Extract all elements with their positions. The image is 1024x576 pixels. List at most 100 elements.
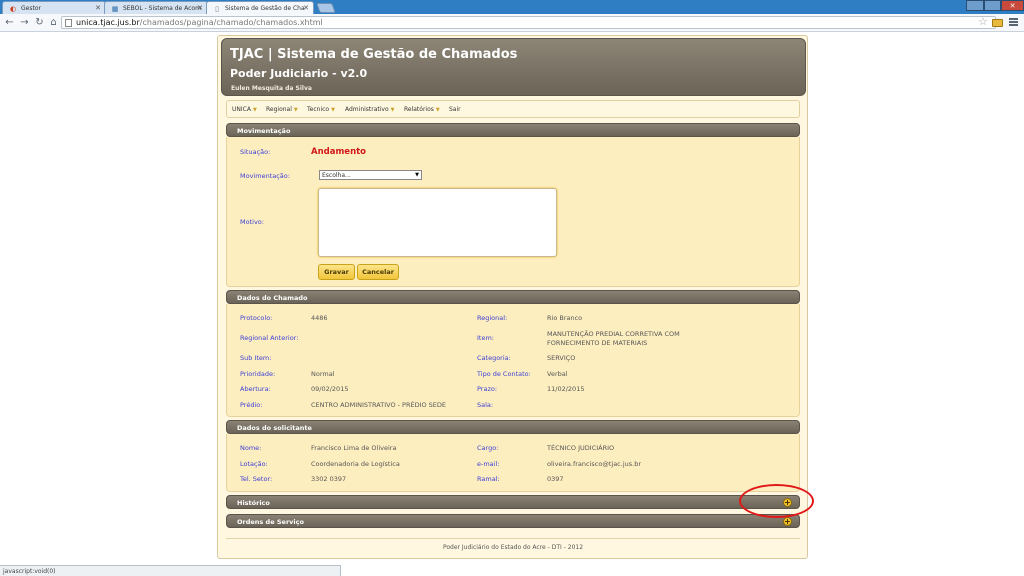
regional-value: Rio Branco — [547, 314, 583, 322]
browser-tabstrip: ◐ Gestor ✕ ▦ SEBOL - Sistema de Acom ✕ ▯… — [0, 0, 1024, 14]
browser-tab-sistema[interactable]: ▯ Sistema de Gestão de Cha ✕ — [206, 1, 314, 14]
motivo-label: Motivo: — [240, 218, 264, 226]
situacao-value: Andamento — [311, 147, 367, 157]
movimentacao-panel-header[interactable]: Movimentação — [226, 123, 800, 137]
prazo-value: 11/02/2015 — [547, 385, 585, 393]
expand-plus-icon[interactable]: + — [783, 517, 792, 526]
menu-tecnico[interactable]: Tecnico ▼ — [307, 106, 335, 113]
new-tab-button[interactable] — [316, 3, 336, 13]
close-tab-icon[interactable]: ✕ — [197, 4, 203, 12]
movimentacao-label: Movimentação: — [240, 172, 290, 180]
dados-solicitante-panel-header[interactable]: Dados do solicitante — [226, 420, 800, 434]
categoria-value: SERVIÇO — [547, 354, 576, 362]
back-arrow-icon[interactable]: ← — [4, 17, 15, 28]
menu-label: UNICA — [232, 106, 251, 113]
close-tab-icon[interactable]: ✕ — [303, 4, 309, 12]
browser-tab-sebol[interactable]: ▦ SEBOL - Sistema de Acom ✕ — [104, 1, 208, 14]
dropdown-arrow-icon: ▼ — [415, 172, 419, 178]
ramal-value: 0397 — [547, 475, 564, 483]
address-host: unica.tjac.jus.br — [76, 18, 140, 27]
tab-title: Sistema de Gestão de Cha — [225, 5, 305, 12]
movimentacao-panel: Situação: Andamento Movimentação: Escolh… — [226, 137, 800, 287]
movimentacao-select[interactable]: Escolha... ▼ — [319, 170, 422, 180]
annotation-highlight-circle — [739, 484, 814, 518]
ramal-label: Ramal: — [477, 475, 500, 483]
minimize-window-button[interactable] — [966, 0, 984, 11]
forward-arrow-icon[interactable]: → — [19, 17, 30, 28]
sub-item-label: Sub Item: — [240, 354, 272, 362]
tab-title: SEBOL - Sistema de Acom — [123, 5, 201, 12]
panel-title: Dados do Chamado — [237, 294, 308, 302]
regional-label: Regional: — [477, 314, 508, 322]
bookmark-star-icon[interactable]: ☆ — [978, 16, 988, 28]
motivo-textarea[interactable] — [318, 188, 557, 257]
app-header: TJAC | Sistema de Gestão de Chamados Pod… — [221, 38, 806, 96]
caret-down-icon: ▼ — [390, 107, 395, 113]
page-favicon-icon: ▯ — [215, 5, 219, 13]
caret-down-icon: ▼ — [331, 107, 335, 113]
panel-title: Dados do solicitante — [237, 424, 312, 432]
logged-user: Eulen Mesquita da Silva — [231, 85, 312, 92]
app-subtitle: Poder Judiciario - v2.0 — [230, 67, 368, 80]
item-value: MANUTENÇÃO PREDIAL CORRETIVA COM FORNECI… — [547, 330, 680, 347]
tipo-contato-label: Tipo de Contato: — [477, 370, 531, 378]
prioridade-label: Prioridade: — [240, 370, 276, 378]
tel-setor-label: Tel. Setor: — [240, 475, 273, 483]
page-icon — [65, 19, 72, 27]
browser-status-bar: javascript:void(0) — [0, 565, 341, 576]
panel-title: Movimentação — [237, 127, 291, 135]
browser-menu-icon[interactable] — [1009, 18, 1018, 27]
main-menubar: UNICA ▼ Regional ▼ Tecnico ▼ Administrativo… — [226, 100, 800, 118]
dados-chamado-panel: Protocolo: 4486 Regional Anterior: Sub I… — [226, 304, 800, 417]
item-label: Item: — [477, 334, 494, 342]
ordens-servico-panel-header[interactable]: Ordens de Serviço + — [226, 514, 800, 528]
menu-unica[interactable]: UNICA ▼ — [232, 106, 257, 113]
app-footer: Poder Judiciário do Estado do Acre - DTI… — [226, 538, 800, 555]
lotacao-value: Coordenadoria de Logística — [311, 460, 400, 468]
abertura-value: 09/02/2015 — [311, 385, 349, 393]
menu-relatorios[interactable]: Relatórios ▼ — [404, 106, 440, 113]
predio-value: CENTRO ADMINISTRATIVO - PRÉDIO SEDE — [311, 401, 447, 409]
tab-title: Gestor — [21, 5, 41, 12]
nome-value: Francisco Lima de Oliveira — [311, 444, 397, 452]
panel-title: Histórico — [237, 499, 270, 507]
browser-tab-gestor[interactable]: ◐ Gestor ✕ — [2, 1, 106, 14]
extension-icon[interactable] — [992, 19, 1003, 27]
menu-administrativo[interactable]: Administrativo ▼ — [345, 106, 395, 113]
historico-panel-header[interactable]: Histórico + — [226, 495, 800, 509]
email-label: e-mail: — [477, 460, 500, 468]
menu-label: Administrativo — [345, 106, 389, 113]
sala-label: Sala: — [477, 401, 494, 409]
maximize-window-button[interactable] — [984, 0, 1001, 11]
dados-chamado-panel-header[interactable]: Dados do Chamado — [226, 290, 800, 304]
lotacao-label: Lotação: — [240, 460, 268, 468]
menu-label: Regional — [266, 106, 292, 113]
app-container: TJAC | Sistema de Gestão de Chamados Pod… — [217, 35, 808, 559]
cargo-value: TÉCNICO JUDICIÁRIO — [547, 444, 615, 452]
select-value: Escolha... — [322, 172, 351, 179]
prioridade-value: Normal — [311, 370, 335, 378]
address-path: /chamados/pagina/chamado/chamados.xhtml — [139, 18, 323, 27]
address-bar[interactable]: unica.tjac.jus.br/chamados/pagina/chamad… — [61, 16, 996, 29]
caret-down-icon: ▼ — [252, 107, 257, 113]
tipo-contato-value: Verbal — [547, 370, 568, 378]
menu-regional[interactable]: Regional ▼ — [266, 106, 298, 113]
protocolo-label: Protocolo: — [240, 314, 273, 322]
close-window-button[interactable]: ✕ — [1001, 0, 1024, 11]
close-tab-icon[interactable]: ✕ — [95, 4, 101, 12]
reload-icon[interactable]: ↻ — [34, 17, 45, 28]
tel-setor-value: 3302 0397 — [311, 475, 347, 483]
dados-solicitante-panel: Nome: Francisco Lima de Oliveira Lotação… — [226, 434, 800, 492]
caret-down-icon: ▼ — [435, 107, 440, 113]
email-value: oliveira.francisco@tjac.jus.br — [547, 460, 641, 468]
app-title: TJAC | Sistema de Gestão de Chamados — [230, 47, 518, 62]
cargo-label: Cargo: — [477, 444, 499, 452]
browser-toolbar: ← → ↻ ⌂ unica.tjac.jus.br/chamados/pagin… — [0, 14, 1024, 32]
menu-sair[interactable]: Sair — [449, 106, 461, 113]
gravar-button[interactable]: Gravar — [318, 264, 355, 280]
regional-anterior-label: Regional Anterior: — [240, 334, 299, 342]
prazo-label: Prazo: — [477, 385, 498, 393]
situacao-label: Situação: — [240, 148, 271, 156]
cancelar-button[interactable]: Cancelar — [357, 264, 399, 280]
home-icon[interactable]: ⌂ — [48, 17, 59, 28]
